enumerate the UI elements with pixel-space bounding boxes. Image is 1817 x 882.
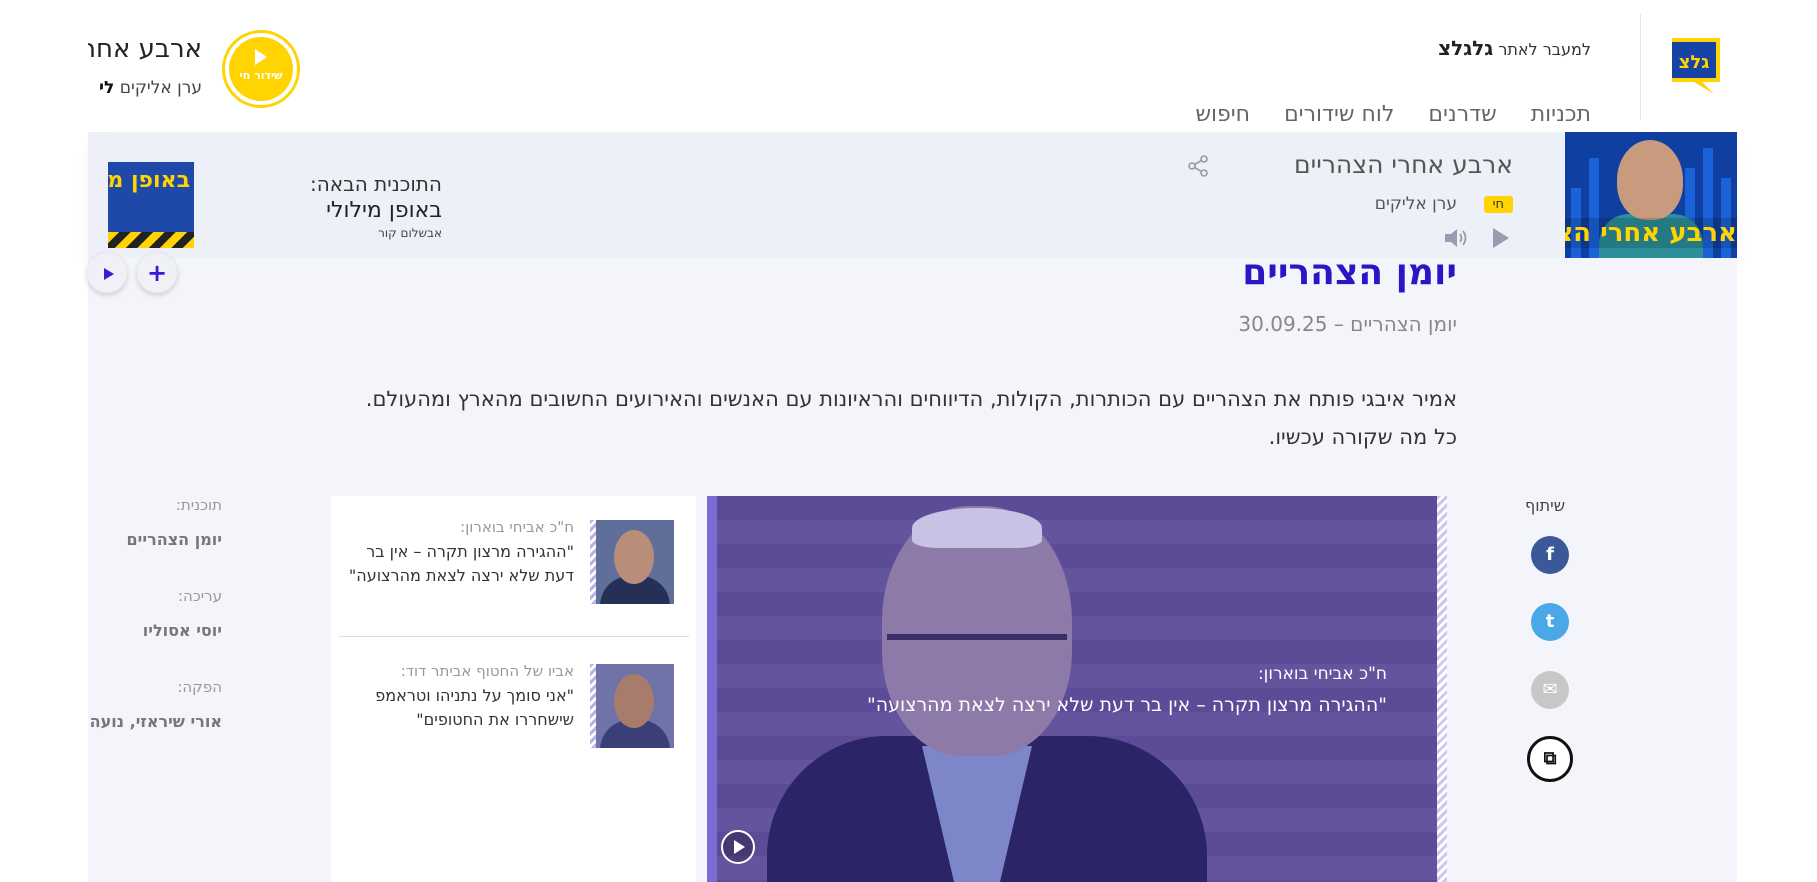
current-show-host-extra: לי [99,78,115,98]
player-bar: ארבע אחרי הצהריים ארבע אחרי הצהריים חי ע… [88,132,1737,258]
next-show-thumbnail[interactable]: באופן מילולי [108,162,194,248]
site-link[interactable]: למעבר לאתר גלגלצ [1438,36,1591,60]
header-divider [1640,14,1641,120]
related-clip-speaker: אביו של החטוף אביתר דוד: [400,662,574,680]
play-icon [255,49,267,65]
play-button[interactable] [87,253,127,293]
episode-description: אמיר איבגי פותח את הצהריים עם הכותרות, ה… [297,380,1457,456]
related-clip-quote: "אני סומך על נתניהו וטראמפ שישחררו את הח… [375,686,574,729]
site-link-prefix: למעבר לאתר [1498,40,1591,59]
editing-value[interactable]: יוסי אסוליו [90,621,222,640]
production-label: הפקה: [177,678,222,696]
current-show-title: ארבע אחרי הצהריים [88,34,202,64]
share-icon[interactable] [1186,154,1210,178]
play-icon [103,267,114,280]
play-icon[interactable] [1493,228,1509,248]
video-play-button[interactable] [721,830,755,864]
nav-search[interactable]: חיפוש [1195,102,1250,127]
live-tag: חי [1483,196,1513,213]
video-caption-quote: "ההגירה מרצון תקרה – אין בר דעת שלא ירצה… [866,694,1387,716]
share-label: שיתוף [1525,496,1566,515]
svg-text:גלצ: גלצ [1679,52,1710,73]
host-face [1617,140,1683,220]
program-label: תוכנית: [175,496,222,514]
mail-icon: ✉ [1542,679,1558,700]
video-person-kippah [912,508,1042,548]
player-host: ערן אליקים [1374,194,1457,214]
video-left-stripe [707,496,717,882]
next-show-label: התוכנית הבאה: [309,172,442,196]
galgalatz-logo[interactable]: גלצ [1672,38,1726,96]
related-clip[interactable]: אביו של החטוף אביתר דוד: "אני סומך על נת… [339,640,689,760]
featured-video[interactable]: ח"כ אביחי בוארון: "ההגירה מרצון תקרה – א… [707,496,1447,882]
live-badge-inner: שידור חי [229,37,293,101]
facebook-icon: f [1546,544,1554,565]
related-clip-thumbnail [590,520,674,604]
add-button[interactable]: + [137,253,177,293]
next-show-title[interactable]: באופן מילולי [212,198,442,223]
twitter-share-button[interactable]: t [1531,603,1569,641]
thumbnail-show-name: ארבע אחרי הצהריים [1565,218,1737,248]
program-value[interactable]: יומן הצהריים [90,530,222,549]
current-show-host-name: ערן אליקים [119,78,202,98]
description-line: כל מה שקורה עכשיו. [1268,425,1457,449]
main-nav: תכניות שדרנים לוח שידורים חיפוש [1195,102,1591,127]
video-caption-speaker: ח"כ אביחי בוארון: [1257,664,1387,684]
next-thumb-stripes [108,232,194,248]
episode-date: יומן הצהריים – 30.09.25 [1238,312,1457,336]
nav-schedule[interactable]: לוח שידורים [1284,102,1394,127]
description-line: אמיר איבגי פותח את הצהריים עם הכותרות, ה… [365,387,1457,411]
current-show-host: ערן אליקים לי [99,78,202,98]
thumb-stripe [590,664,596,748]
video-person-glasses [887,634,1067,640]
email-share-button[interactable]: ✉ [1531,671,1569,709]
volume-icon[interactable] [1443,226,1469,250]
thumb-head [614,674,654,728]
copy-icon: ⧉ [1543,748,1557,769]
nav-programs[interactable]: תכניות [1531,102,1591,127]
thumb-stripe [590,520,596,604]
current-show-thumbnail[interactable]: ארבע אחרי הצהריים [1565,132,1737,258]
editing-label: עריכה: [178,587,222,605]
related-clip-thumbnail [590,664,674,748]
site-brand: גלגלצ [1438,36,1494,60]
play-icon [734,840,745,854]
page-title: יומן הצהריים [1242,252,1457,293]
related-clip-speaker: ח"כ אביחי בוארון: [460,518,574,536]
thumb-head [614,530,654,584]
related-clip[interactable]: ח"כ אביחי בוארון: "ההגירה מרצון תקרה – א… [339,496,689,616]
video-right-stripe [1437,496,1447,882]
related-clips-list: ח"כ אביחי בוארון: "ההגירה מרצון תקרה – א… [331,496,696,882]
episode-credits: תוכנית: יומן הצהריים עריכה: יוסי אסוליו … [90,496,222,769]
next-thumb-text: באופן מילולי [108,168,190,193]
live-broadcast-button[interactable]: שידור חי [222,30,300,108]
current-show-info: ארבע אחרי הצהריים ערן אליקים לי [88,34,206,110]
next-show-host: אבשלום קור [378,226,442,240]
player-show-title: ארבע אחרי הצהריים [1294,150,1513,179]
related-divider [339,636,689,637]
facebook-share-button[interactable]: f [1531,536,1569,574]
related-clip-quote: "ההגירה מרצון תקרה – אין בר דעת שלא ירצה… [348,542,574,585]
production-value[interactable]: אורי שיראזי, נועה [90,712,222,731]
twitter-icon: t [1545,611,1555,632]
live-badge-label: שידור חי [239,69,283,82]
nav-hosts[interactable]: שדרנים [1428,102,1496,127]
copy-link-button[interactable]: ⧉ [1527,736,1573,782]
